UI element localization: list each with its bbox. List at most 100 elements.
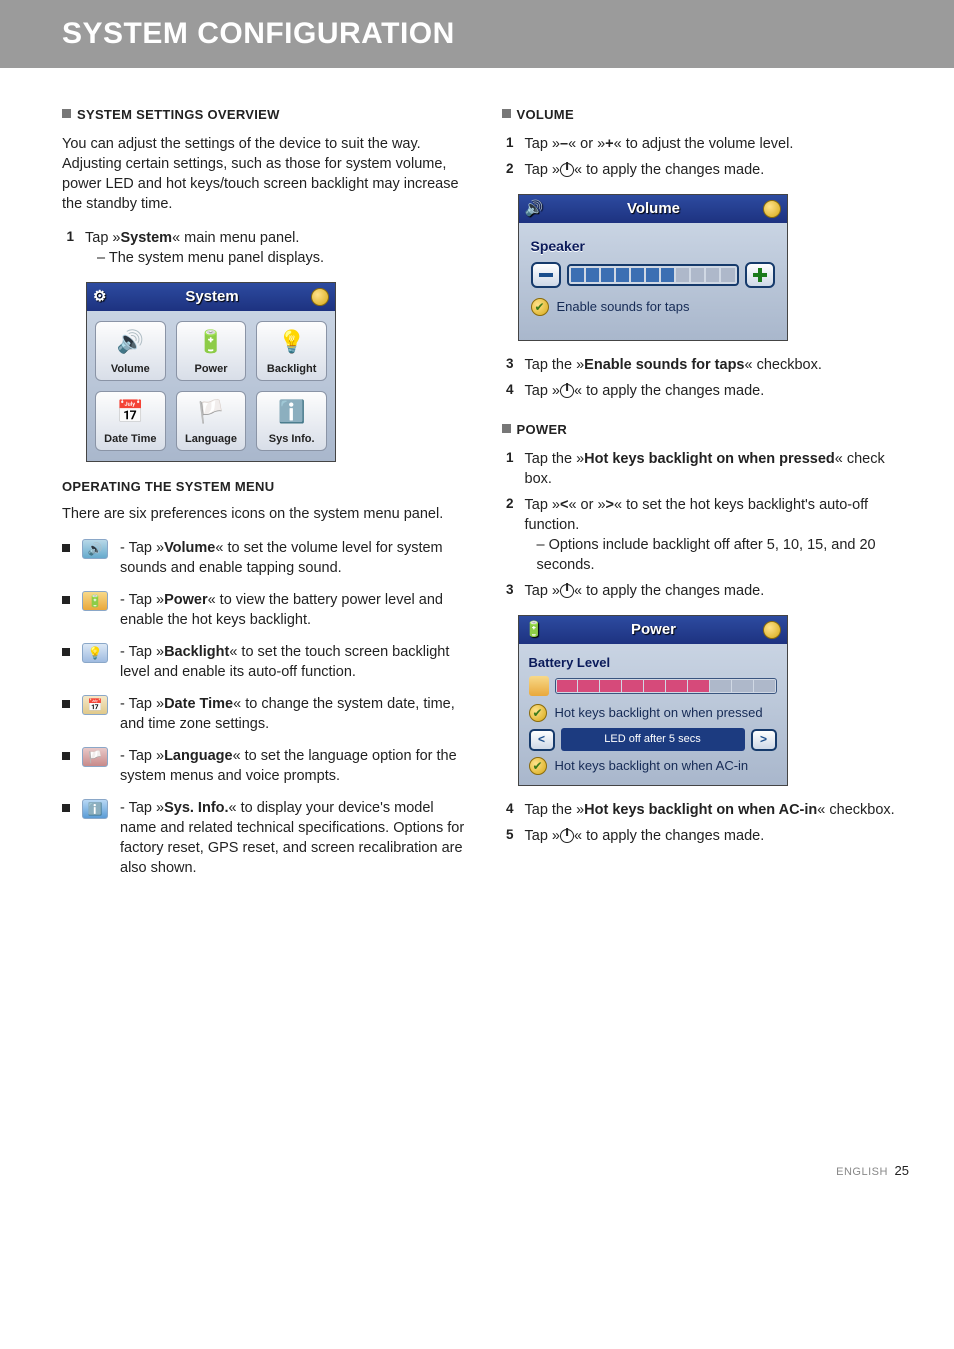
list-item: 4Tap the »Hot keys backlight on when AC-…	[502, 800, 910, 820]
power-icon: 🔋	[82, 591, 108, 611]
sys-title: System	[113, 287, 311, 308]
content-columns: SYSTEM SETTINGS OVERVIEW You can adjust …	[0, 68, 954, 890]
checkbox-label: Hot keys backlight on when pressed	[555, 704, 763, 722]
enable-tap-sounds-row[interactable]: ✔ Enable sounds for taps	[531, 298, 775, 316]
overview-paragraph: You can adjust the settings of the devic…	[62, 134, 470, 214]
plus-button[interactable]	[745, 262, 775, 288]
list-item: ℹ️- Tap »Sys. Info.« to display your dev…	[62, 798, 470, 878]
heading-volume: VOLUME	[502, 106, 910, 124]
square-bullet-icon	[62, 648, 70, 656]
sys-btn-datetime[interactable]: 📅Date Time	[95, 391, 166, 451]
operating-paragraph: There are six preferences icons on the s…	[62, 504, 470, 524]
led-label: LED off after 5 secs	[561, 728, 745, 751]
sys-btn-language[interactable]: 🏳️Language	[176, 391, 247, 451]
power-steps-cont: 4Tap the »Hot keys backlight on when AC-…	[502, 800, 910, 846]
list-item: 📅- Tap »Date Time« to change the system …	[62, 694, 470, 734]
bulb-icon: 💡	[82, 643, 108, 663]
flag-icon: 🏳️	[197, 392, 224, 432]
flag-icon: 🏳️	[82, 747, 108, 767]
pow-body: Battery Level ✔Hot keys backlight on whe…	[519, 644, 787, 785]
power-glyph-icon	[560, 829, 574, 843]
sys-btn-backlight[interactable]: 💡Backlight	[256, 321, 327, 381]
sys-btn-power[interactable]: 🔋Power	[176, 321, 247, 381]
confirm-icon	[763, 200, 781, 218]
sys-btn-volume[interactable]: 🔊Volume	[95, 321, 166, 381]
square-bullet-icon	[62, 752, 70, 760]
confirm-icon	[311, 288, 329, 306]
sys-body: 🔊Volume 🔋Power 💡Backlight 📅Date Time 🏳️L…	[87, 311, 335, 461]
bulb-icon: 💡	[278, 322, 305, 362]
volume-bar[interactable]	[567, 264, 739, 286]
next-button[interactable]: >	[751, 729, 777, 751]
right-column: VOLUME 1Tap »–« or »+« to adjust the vol…	[502, 106, 910, 890]
list-item: 💡- Tap »Backlight« to set the touch scre…	[62, 642, 470, 682]
list-item: 1Tap »–« or »+« to adjust the volume lev…	[502, 134, 910, 154]
battery-icon: 🔋	[197, 322, 224, 362]
list-item: 2Tap »« to apply the changes made.	[502, 160, 910, 180]
battery-row	[529, 676, 777, 696]
sys-btn-sysinfo[interactable]: ℹ️Sys Info.	[256, 391, 327, 451]
list-item: 4Tap »« to apply the changes made.	[502, 381, 910, 401]
battery-icon: 🔋	[525, 620, 545, 641]
checkbox-label: Enable sounds for taps	[557, 298, 690, 316]
minus-button[interactable]	[531, 262, 561, 288]
list-item: 5Tap »« to apply the changes made.	[502, 826, 910, 846]
volume-control	[531, 262, 775, 288]
volume-steps-cont: 3Tap the »Enable sounds for taps« checkb…	[502, 355, 910, 401]
list-item: 3Tap »« to apply the changes made.	[502, 581, 910, 601]
title-bar: SYSTEM CONFIGURATION	[0, 0, 954, 68]
confirm-icon	[763, 621, 781, 639]
overview-steps: 1Tap »System« main menu panel.– The syst…	[62, 228, 470, 268]
volume-icon: 🔊	[82, 539, 108, 559]
footer: ENGLISH 25	[0, 1150, 954, 1186]
prev-button[interactable]: <	[529, 729, 555, 751]
battery-icon	[529, 676, 549, 696]
icon-list: 🔊- Tap »Volume« to set the volume level …	[62, 538, 470, 878]
page-title: SYSTEM CONFIGURATION	[62, 17, 455, 51]
volume-steps: 1Tap »–« or »+« to adjust the volume lev…	[502, 134, 910, 180]
list-item: 1Tap the »Hot keys backlight on when pre…	[502, 449, 910, 489]
battery-label: Battery Level	[529, 654, 777, 672]
list-item: 🔊- Tap »Volume« to set the volume level …	[62, 538, 470, 578]
speaker-icon: 🔊	[117, 322, 144, 362]
calendar-icon: 📅	[82, 695, 108, 715]
info-icon: ℹ️	[278, 392, 305, 432]
system-menu-screenshot: ⚙ System 🔊Volume 🔋Power 💡Backlight 📅Date…	[86, 282, 336, 462]
pow-titlebar: 🔋 Power	[519, 616, 787, 644]
left-column: SYSTEM SETTINGS OVERVIEW You can adjust …	[62, 106, 470, 890]
heading-operating: OPERATING THE SYSTEM MENU	[62, 478, 470, 496]
check-icon: ✔	[529, 757, 547, 775]
speaker-label: Speaker	[531, 237, 775, 256]
vol-titlebar: 🔊 Volume	[519, 195, 787, 223]
power-screenshot: 🔋 Power Battery Level ✔Hot keys backligh…	[518, 615, 788, 786]
hotkeys-pressed-row[interactable]: ✔ Hot keys backlight on when pressed	[529, 704, 777, 722]
calendar-icon: 📅	[117, 392, 144, 432]
list-item: 2Tap »<« or »>« to set the hot keys back…	[502, 495, 910, 575]
check-icon: ✔	[529, 704, 547, 722]
plus-icon	[753, 268, 767, 282]
page-number: ENGLISH 25	[836, 1163, 909, 1178]
check-icon: ✔	[531, 298, 549, 316]
list-item: 1Tap »System« main menu panel.– The syst…	[62, 228, 470, 268]
minus-icon	[539, 273, 553, 277]
square-bullet-icon	[62, 596, 70, 604]
hotkeys-acin-row[interactable]: ✔Hot keys backlight on when AC-in	[529, 757, 777, 775]
vol-body: Speaker ✔ Enable sounds for taps	[519, 223, 787, 340]
power-glyph-icon	[560, 384, 574, 398]
speaker-icon: 🔊	[525, 199, 545, 220]
list-item: 🔋- Tap »Power« to view the battery power…	[62, 590, 470, 630]
volume-screenshot: 🔊 Volume Speaker ✔ Enable sounds for taps	[518, 194, 788, 341]
list-item: 🏳️- Tap »Language« to set the language o…	[62, 746, 470, 786]
square-bullet-icon	[62, 109, 71, 118]
battery-bar	[555, 678, 777, 694]
square-bullet-icon	[62, 544, 70, 552]
pow-title: Power	[545, 620, 763, 641]
led-off-row: < LED off after 5 secs >	[529, 728, 777, 751]
square-bullet-icon	[62, 700, 70, 708]
vol-title: Volume	[545, 199, 763, 220]
sys-titlebar: ⚙ System	[87, 283, 335, 311]
power-glyph-icon	[560, 163, 574, 177]
square-bullet-icon	[502, 109, 511, 118]
gear-icon: ⚙	[93, 287, 113, 308]
power-glyph-icon	[560, 584, 574, 598]
